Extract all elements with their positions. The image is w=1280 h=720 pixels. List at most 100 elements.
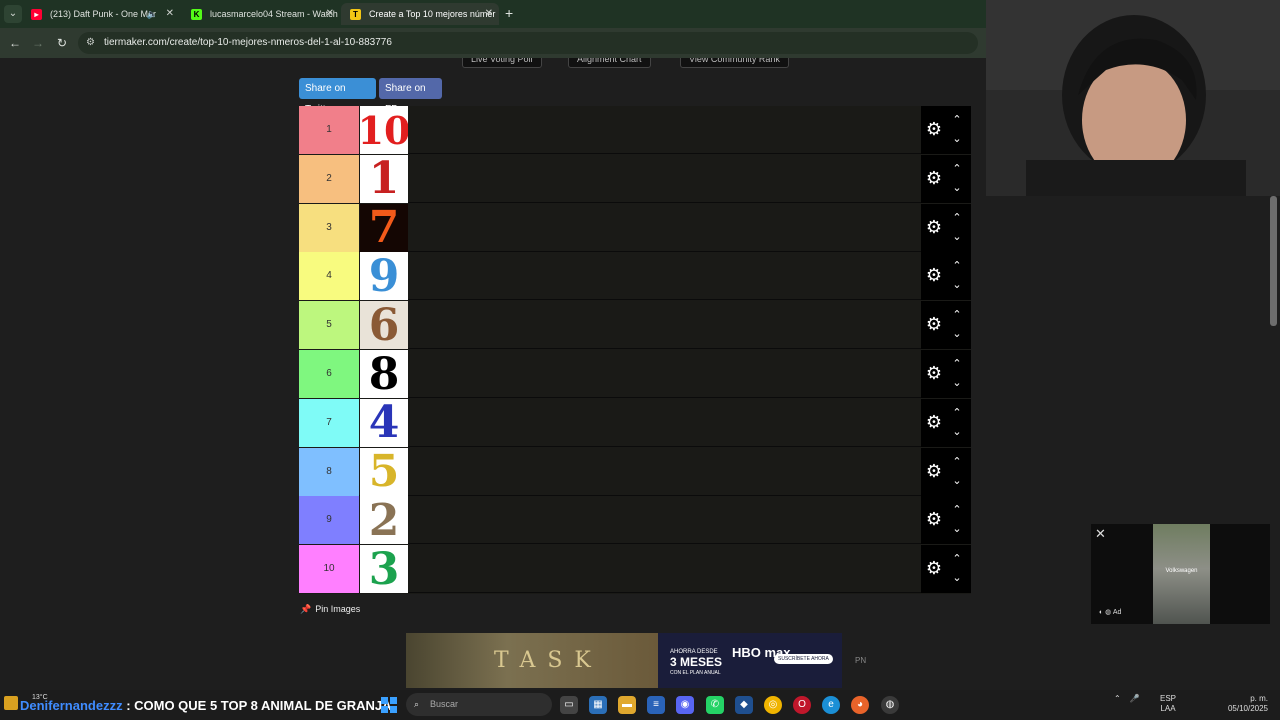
- gear-icon[interactable]: ⚙: [924, 558, 944, 578]
- clock-time: p. m.: [1250, 694, 1268, 703]
- url-text: tiermaker.com/create/top-10-mejores-nmer…: [104, 37, 392, 48]
- chevron-up-icon[interactable]: ⌃: [949, 211, 965, 225]
- chrome-icon[interactable]: ◎: [764, 696, 782, 714]
- chevron-down-icon[interactable]: ⌄: [949, 571, 965, 585]
- tier-item-image[interactable]: 6: [360, 301, 408, 350]
- chevron-up-icon[interactable]: ⌃: [1114, 694, 1121, 703]
- app-icon[interactable]: ◆: [735, 696, 753, 714]
- tier-label[interactable]: 6: [299, 350, 359, 398]
- close-tab-icon[interactable]: ✕: [326, 3, 334, 25]
- tier-item-image[interactable]: 4: [360, 398, 408, 447]
- tab-title: lucasmarcelo04 Stream - Watch: [210, 9, 338, 19]
- close-tab-icon[interactable]: ✕: [166, 3, 174, 25]
- taskbar-search[interactable]: ⌕ Buscar: [406, 693, 552, 716]
- tier-label[interactable]: 4: [299, 252, 359, 301]
- tier-item-image[interactable]: 7: [360, 203, 408, 252]
- new-tab-icon[interactable]: +: [505, 4, 519, 22]
- chevron-down-icon[interactable]: ⌄: [949, 181, 965, 195]
- share-fb-button[interactable]: Share on FB: [379, 78, 442, 115]
- tier-item-image[interactable]: 5: [360, 447, 408, 496]
- chevron-down-icon[interactable]: ⌄: [949, 522, 965, 536]
- chevron-down-icon[interactable]: ⌄: [949, 230, 965, 244]
- video-ad[interactable]: ✕ Volkswagen ◐ ◍ Ad: [1091, 524, 1270, 624]
- chevron-down-icon[interactable]: ⌄: [949, 474, 965, 488]
- tier-label[interactable]: 3: [299, 203, 359, 252]
- task-view-icon[interactable]: ▭: [560, 696, 578, 714]
- tab-tiermaker[interactable]: T Create a Top 10 mejores númer ✕: [341, 3, 499, 25]
- opera-icon[interactable]: O: [793, 696, 811, 714]
- tab-search-icon[interactable]: ⌄: [4, 5, 22, 23]
- folder-icon[interactable]: ▬: [618, 696, 636, 714]
- tier-item-image[interactable]: 9: [360, 252, 408, 301]
- address-bar[interactable]: ⚙ tiermaker.com/create/top-10-mejores-nm…: [78, 32, 978, 54]
- store-icon[interactable]: ▦: [589, 696, 607, 714]
- clock[interactable]: p. m. 05/10/2025: [1222, 694, 1268, 714]
- subscribe-button[interactable]: SUSCRÍBETE AHORA: [774, 654, 833, 664]
- whatsapp-icon[interactable]: ✆: [706, 696, 724, 714]
- tier-label[interactable]: 5: [299, 301, 359, 350]
- live-voting-button[interactable]: Live Voting Poll: [462, 58, 542, 68]
- tier-item-image[interactable]: 2: [360, 496, 408, 545]
- alignment-chart-button[interactable]: Alignment Chart: [568, 58, 651, 68]
- tier-item-image[interactable]: 8: [360, 350, 408, 398]
- gear-icon[interactable]: ⚙: [924, 314, 944, 334]
- community-rank-button[interactable]: View Community Rank: [680, 58, 789, 68]
- tier-item-image[interactable]: 3: [360, 545, 408, 594]
- tier-label[interactable]: 8: [299, 447, 359, 496]
- tier-label[interactable]: 9: [299, 496, 359, 545]
- chevron-up-icon[interactable]: ⌃: [949, 406, 965, 420]
- tier-label[interactable]: 10: [299, 545, 359, 594]
- close-tab-icon[interactable]: ✕: [485, 3, 493, 25]
- gear-icon[interactable]: ⚙: [924, 412, 944, 432]
- chevron-up-icon[interactable]: ⌃: [949, 259, 965, 273]
- windows-start-icon[interactable]: [381, 697, 397, 713]
- chevron-up-icon[interactable]: ⌃: [949, 308, 965, 322]
- chevron-up-icon[interactable]: ⌃: [949, 455, 965, 469]
- chevron-down-icon[interactable]: ⌄: [949, 425, 965, 439]
- language-indicator[interactable]: ESP LAA: [1160, 694, 1176, 714]
- tier-item-image[interactable]: 10: [360, 106, 408, 154]
- share-twitter-button[interactable]: Share on Twitter: [299, 78, 376, 115]
- chevron-down-icon[interactable]: ⌄: [949, 132, 965, 146]
- firefox-icon[interactable]: ◕: [851, 696, 869, 714]
- tier-item-image[interactable]: 1: [360, 154, 408, 203]
- chevron-up-icon[interactable]: ⌃: [949, 357, 965, 371]
- banner-ad[interactable]: TASK AHORRA DESDE 3 MESES CON EL PLAN AN…: [406, 633, 842, 688]
- kick-icon: K: [191, 9, 202, 20]
- tier-label[interactable]: 2: [299, 154, 359, 203]
- tab-youtube[interactable]: ▸ (213) Daft Punk - One Mor 🔈 ✕: [22, 3, 180, 25]
- obs-icon[interactable]: ◍: [881, 696, 899, 714]
- gear-icon[interactable]: ⚙: [924, 265, 944, 285]
- tier-label[interactable]: 7: [299, 398, 359, 447]
- gear-icon[interactable]: ⚙: [924, 168, 944, 188]
- system-tray[interactable]: ⌃ 🎤: [1114, 694, 1140, 703]
- gear-icon[interactable]: ⚙: [924, 461, 944, 481]
- forward-icon[interactable]: →: [29, 34, 47, 52]
- chevron-up-icon[interactable]: ⌃: [949, 552, 965, 566]
- gear-icon[interactable]: ⚙: [924, 119, 944, 139]
- discord-icon[interactable]: ◉: [676, 696, 694, 714]
- gear-icon[interactable]: ⚙: [924, 509, 944, 529]
- chevron-down-icon[interactable]: ⌄: [949, 278, 965, 292]
- chevron-down-icon[interactable]: ⌄: [949, 327, 965, 341]
- tier-label[interactable]: 1: [299, 106, 359, 154]
- site-info-icon[interactable]: ⚙: [86, 32, 95, 54]
- pin-images-button[interactable]: 📌 Pin Images: [300, 604, 360, 615]
- mic-icon[interactable]: 🎤: [1130, 694, 1140, 703]
- tab-kick[interactable]: K lucasmarcelo04 Stream - Watch ✕: [182, 3, 340, 25]
- speaker-icon[interactable]: 🔈: [147, 3, 158, 25]
- chevron-up-icon[interactable]: ⌃: [949, 113, 965, 127]
- chevron-up-icon[interactable]: ⌃: [949, 162, 965, 176]
- ad-thumbnail[interactable]: Volkswagen: [1153, 524, 1210, 624]
- edge-icon[interactable]: e: [822, 696, 840, 714]
- chevron-up-icon[interactable]: ⌃: [949, 503, 965, 517]
- close-icon[interactable]: ✕: [1095, 526, 1106, 542]
- notes-icon[interactable]: ≡: [647, 696, 665, 714]
- weather-icon[interactable]: [4, 696, 18, 710]
- gear-icon[interactable]: ⚙: [924, 217, 944, 237]
- gear-icon[interactable]: ⚙: [924, 363, 944, 383]
- chevron-down-icon[interactable]: ⌄: [949, 376, 965, 390]
- reload-icon[interactable]: ↻: [53, 34, 71, 52]
- page-scrollbar[interactable]: [1270, 196, 1277, 326]
- back-icon[interactable]: ←: [6, 34, 24, 52]
